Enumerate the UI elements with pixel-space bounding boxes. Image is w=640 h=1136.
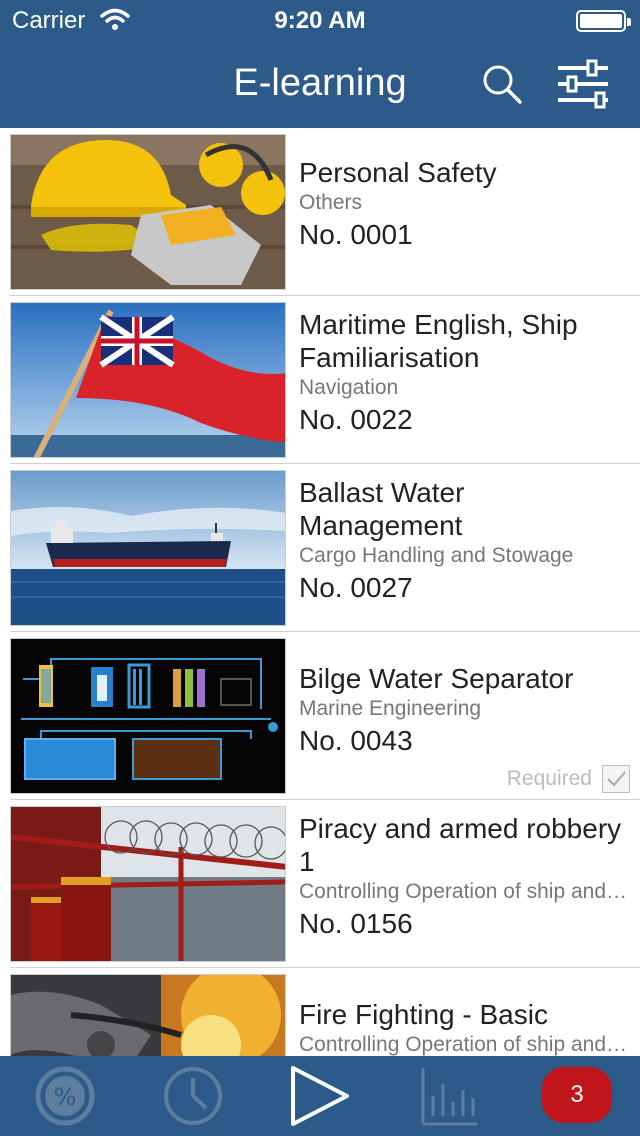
required-indicator: Required	[507, 765, 630, 793]
notification-badge[interactable]: 3	[542, 1067, 612, 1123]
course-title: Personal Safety	[299, 157, 497, 188]
course-category: Others	[299, 191, 363, 214]
razor-wire-deck-image	[10, 806, 286, 962]
play-icon[interactable]	[275, 1056, 365, 1136]
course-number: No. 0022	[299, 404, 413, 435]
course-number: No. 0156	[299, 908, 413, 939]
course-title: Fire Fighting - Basic	[299, 999, 548, 1030]
course-category: Controlling Operation of ship and…	[299, 880, 628, 903]
separator-diagram-image	[10, 638, 286, 794]
course-list[interactable]: Personal Safety Others No. 0001 Maritime…	[0, 128, 640, 1056]
safety-gear-image	[10, 134, 286, 290]
sliders-icon[interactable]	[552, 58, 614, 110]
navigation-header: Carrier 9:20 AM E-learning	[0, 0, 640, 128]
course-title: Piracy and armed robbery 1	[299, 813, 622, 877]
check-icon	[607, 771, 626, 787]
search-icon[interactable]	[478, 60, 526, 108]
cargo-ship-image	[10, 470, 286, 626]
course-category: Cargo Handling and Stowage	[299, 544, 574, 567]
course-number: No. 0043	[299, 725, 413, 756]
battery-icon	[576, 10, 631, 32]
course-category: Marine Engineering	[299, 697, 482, 720]
course-row[interactable]: Piracy and armed robbery 1 Controlling O…	[10, 800, 640, 968]
history-icon[interactable]	[148, 1056, 238, 1136]
course-row[interactable]: Ballast Water Management Cargo Handling …	[10, 464, 640, 632]
status-bar: Carrier 9:20 AM	[0, 0, 640, 40]
course-category: Navigation	[299, 376, 399, 399]
course-title: Bilge Water Separator	[299, 663, 574, 694]
clock-label: 9:20 AM	[274, 7, 366, 34]
course-title: Ballast Water Management	[299, 477, 465, 541]
course-title: Maritime English, Ship Familiarisation	[299, 309, 578, 373]
firefighter-image	[10, 974, 286, 1056]
svg-text:%: %	[54, 1083, 77, 1111]
progress-icon[interactable]: %	[20, 1056, 110, 1136]
course-row[interactable]: Maritime English, Ship Familiarisation N…	[10, 296, 640, 464]
course-row[interactable]: Fire Fighting - Basic Controlling Operat…	[10, 968, 640, 1056]
page-title: E-learning	[233, 62, 407, 104]
course-category: Controlling Operation of ship and…	[299, 1033, 628, 1056]
course-row[interactable]: Bilge Water Separator Marine Engineering…	[10, 632, 640, 800]
required-checkbox	[602, 765, 630, 793]
required-label: Required	[506, 767, 592, 790]
course-number: No. 0027	[299, 572, 413, 603]
statistics-icon[interactable]	[403, 1056, 493, 1136]
course-row[interactable]: Personal Safety Others No. 0001	[10, 128, 640, 296]
course-number: No. 0001	[299, 219, 413, 250]
red-ensign-flag-image	[10, 302, 286, 458]
